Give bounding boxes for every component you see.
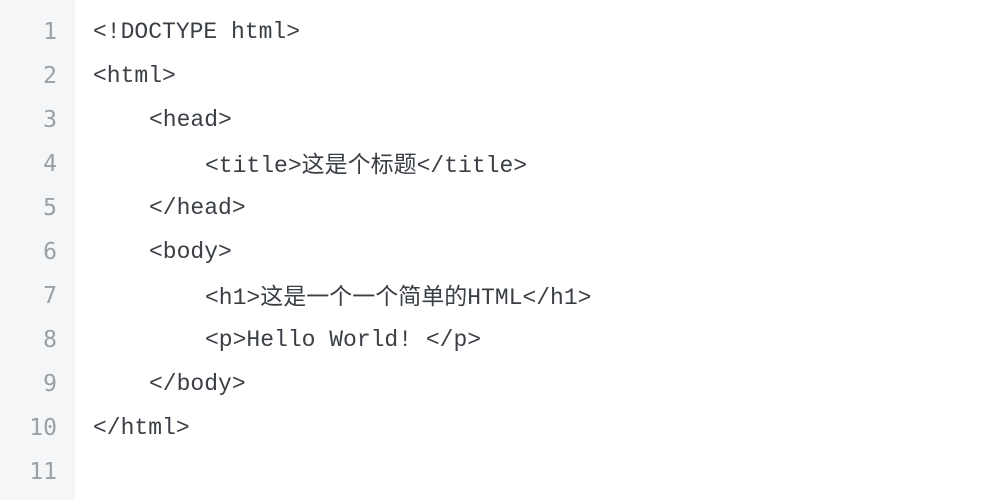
code-line-1[interactable]: <!DOCTYPE html> <box>93 10 1007 54</box>
line-number: 2 <box>10 54 57 98</box>
tag-close: </h1> <box>522 285 591 311</box>
code-line-2[interactable]: <html> <box>93 54 1007 98</box>
code-content[interactable]: <!DOCTYPE html> <html> <head> <title>这是个… <box>75 0 1007 500</box>
code-editor: 1 2 3 4 5 6 7 8 9 10 11 <!DOCTYPE html> … <box>0 0 1007 500</box>
line-number-gutter: 1 2 3 4 5 6 7 8 9 10 11 <box>0 0 75 500</box>
code-line-11[interactable] <box>93 450 1007 494</box>
code-line-10[interactable]: </html> <box>93 406 1007 450</box>
code-line-9[interactable]: </body> <box>93 362 1007 406</box>
line-number: 8 <box>10 318 57 362</box>
line-number: 7 <box>10 274 57 318</box>
line-number: 1 <box>10 10 57 54</box>
code-line-5[interactable]: </head> <box>93 186 1007 230</box>
code-line-3[interactable]: <head> <box>93 98 1007 142</box>
code-line-8[interactable]: <p>Hello World! </p> <box>93 318 1007 362</box>
code-line-4[interactable]: <title>这是个标题</title> <box>93 142 1007 186</box>
tag-open: <title> <box>205 153 302 179</box>
tag-close: </title> <box>417 153 527 179</box>
line-number: 9 <box>10 362 57 406</box>
line-number: 3 <box>10 98 57 142</box>
code-line-6[interactable]: <body> <box>93 230 1007 274</box>
code-line-7[interactable]: <h1>这是一个一个简单的HTML</h1> <box>93 274 1007 318</box>
line-number: 4 <box>10 142 57 186</box>
line-number: 10 <box>10 406 57 450</box>
line-number: 5 <box>10 186 57 230</box>
cjk-text: 这是个标题 <box>302 151 417 177</box>
tag-open: <h1> <box>205 285 260 311</box>
line-number: 11 <box>10 450 57 494</box>
line-number: 6 <box>10 230 57 274</box>
cjk-text: 这是一个一个简单的 <box>260 283 467 309</box>
text-mid: HTML <box>467 285 522 311</box>
